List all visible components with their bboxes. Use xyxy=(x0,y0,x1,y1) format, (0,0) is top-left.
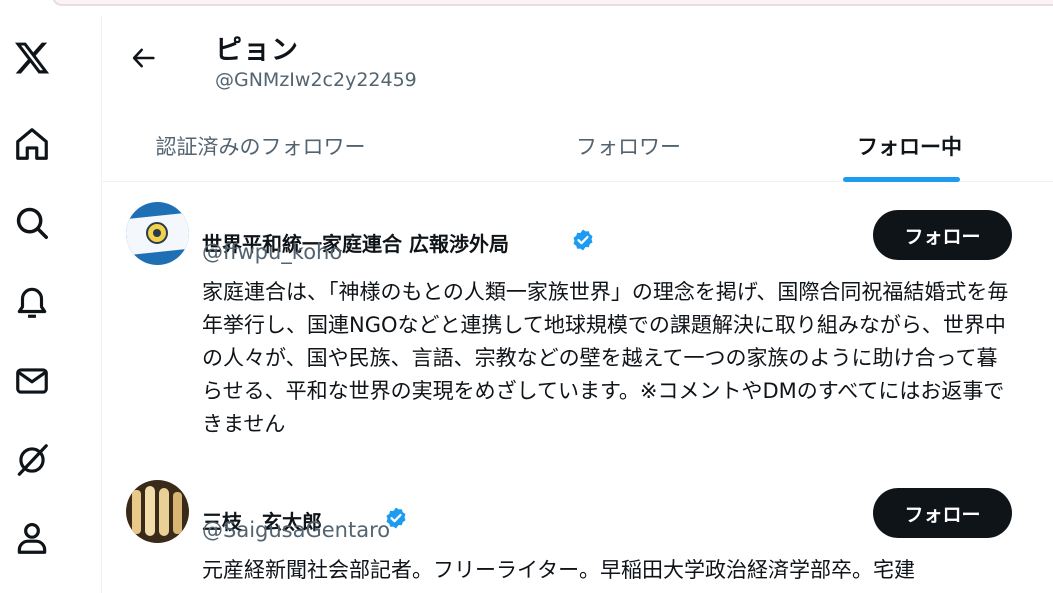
browser-top-strip xyxy=(0,0,1053,16)
user-handle[interactable]: @ffwpu_koho xyxy=(202,240,342,264)
verified-badge-icon xyxy=(515,204,595,281)
user-bio: 家庭連合は、「神様のもとの人類一家族世界」の理念を掲げ、国際合同祝福結婚式を毎年… xyxy=(202,280,1009,436)
home-icon[interactable] xyxy=(12,124,52,164)
notifications-bell-icon[interactable] xyxy=(12,282,52,322)
follow-button[interactable]: フォロー xyxy=(873,210,1012,260)
x-logo-icon[interactable] xyxy=(12,38,52,78)
user-bio: 元産経新聞社会部記者。フリーライター。早稲田大学政治経済学部卒。宅建 xyxy=(202,558,915,582)
tab-verified-followers[interactable]: 認証済みのフォロワー xyxy=(102,110,419,182)
list-item[interactable]: 三枝 玄太郎 @SaigusaGentaro フォロー 元産経新聞社会部記者。フ… xyxy=(102,462,1053,593)
follow-tabs: 認証済みのフォロワー フォロワー フォロー中 xyxy=(102,110,1053,182)
profile-name: ピョン xyxy=(215,35,299,66)
search-icon[interactable] xyxy=(12,203,52,243)
tab-label: フォロワー xyxy=(576,135,681,159)
main-column: ピョン @GNMzIw2c2y22459 認証済みのフォロワー フォロワー フォ… xyxy=(102,16,1053,593)
tab-label: 認証済みのフォロワー xyxy=(155,135,366,159)
tab-followers[interactable]: フォロワー xyxy=(470,110,787,182)
browser-address-bar[interactable] xyxy=(52,0,1053,6)
list-item[interactable]: 世界平和統一家庭連合 広報渉外局 @ffwpu_koho フォロー 家庭連合は、… xyxy=(102,182,1053,462)
profile-handle: @GNMzIw2c2y22459 xyxy=(215,69,417,91)
follow-button[interactable]: フォロー xyxy=(873,488,1012,538)
tab-label: フォロー中 xyxy=(857,135,962,159)
user-handle[interactable]: @SaigusaGentaro xyxy=(202,518,390,542)
avatar[interactable] xyxy=(126,202,189,265)
profile-person-icon[interactable] xyxy=(12,518,52,558)
avatar[interactable] xyxy=(126,480,189,543)
grok-icon[interactable] xyxy=(12,440,52,480)
tab-following[interactable]: フォロー中 xyxy=(802,110,1017,182)
back-arrow-icon[interactable] xyxy=(126,40,162,76)
messages-envelope-icon[interactable] xyxy=(12,361,52,401)
sidebar-nav xyxy=(0,16,101,593)
